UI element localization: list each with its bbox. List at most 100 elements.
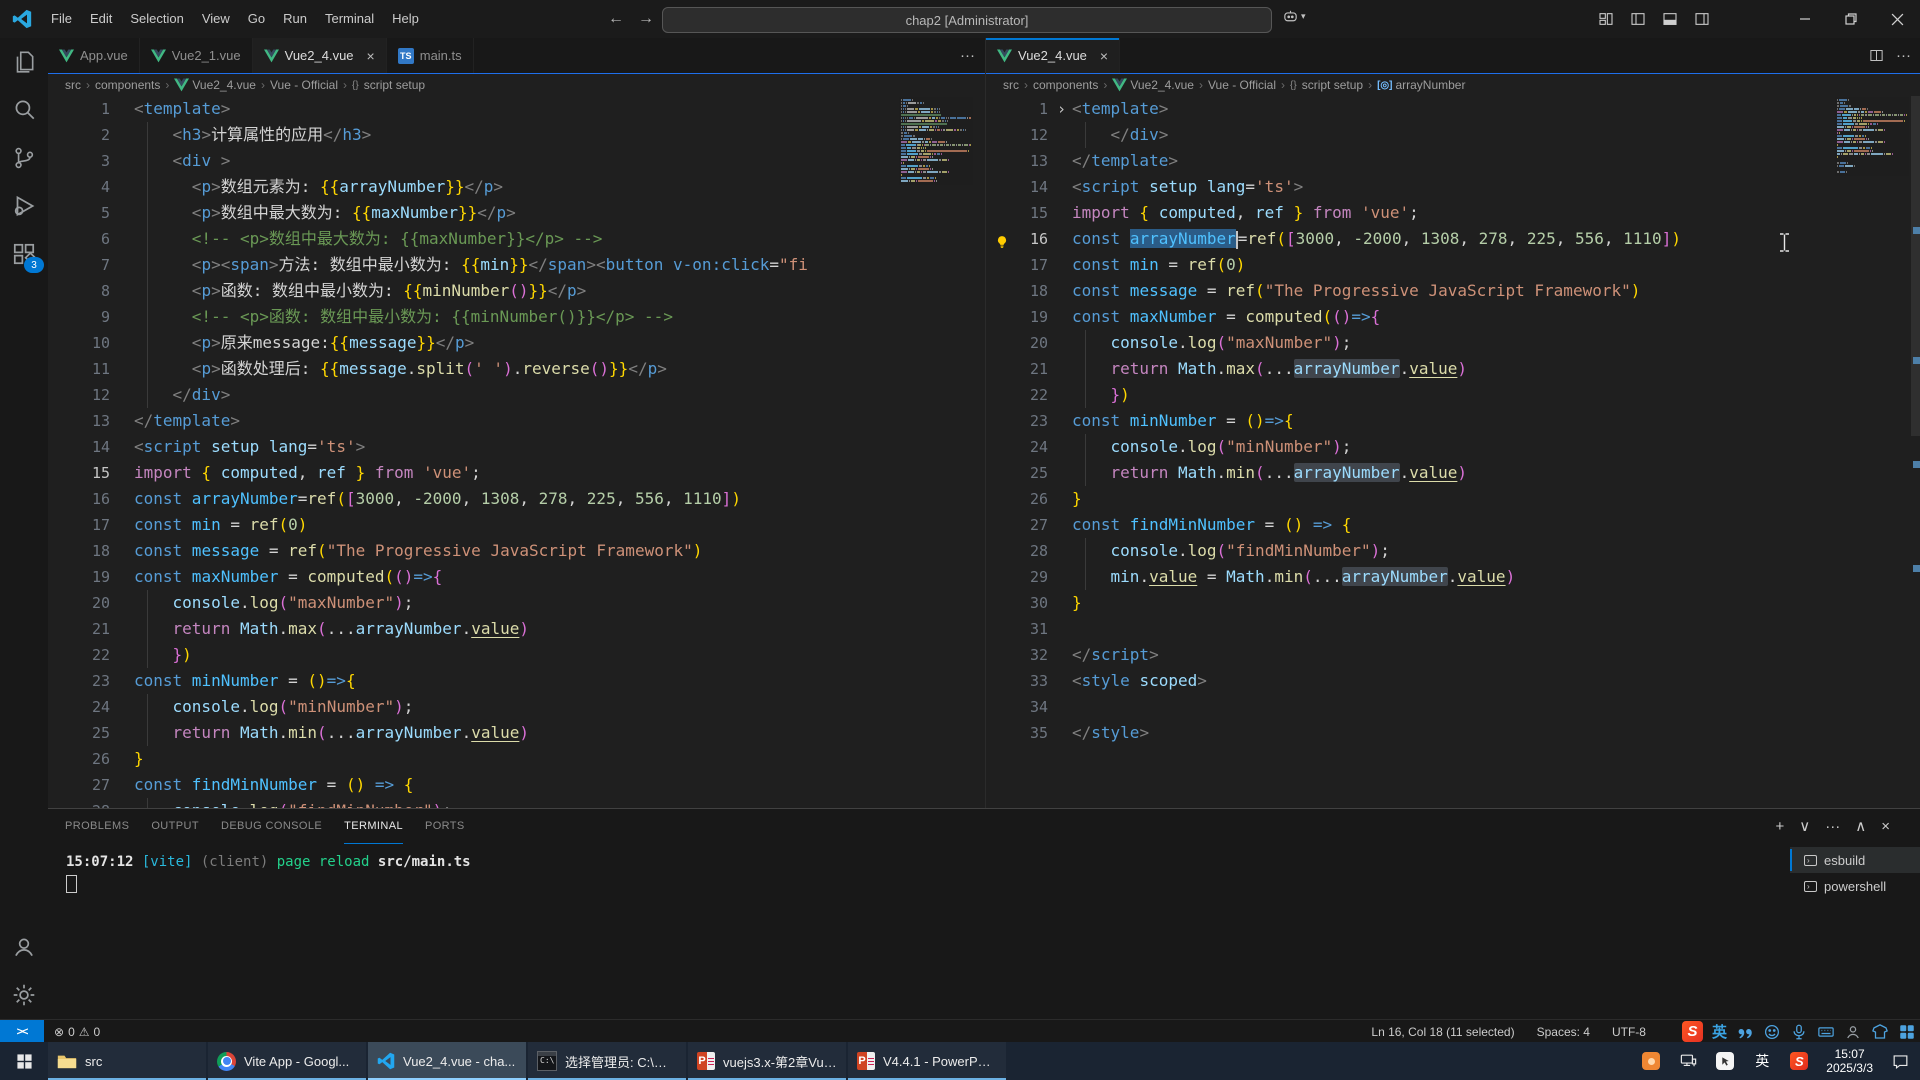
fold-expand-icon[interactable]: › [1057,96,1066,122]
code-line-13[interactable]: 13</template> [48,408,985,434]
code-line-14[interactable]: 14<script setup lang='ts'> [986,174,1920,200]
toggle-panel-icon[interactable] [1662,11,1678,27]
code-line-26[interactable]: 26} [986,486,1920,512]
tab-Vue2_1.vue[interactable]: Vue2_1.vue [140,38,253,73]
code-line-33[interactable]: 33<style scoped> [986,668,1920,694]
code-editor[interactable]: 1<template>2 <h3>计算属性的应用</h3>3 <div >4 <… [48,96,985,808]
code-line-9[interactable]: 9 <!-- <p>函数: 数组中最小数为: {{minNumber()}}</… [48,304,985,330]
more-icon[interactable]: ··· [1896,47,1911,64]
breadcrumb-item-script setup[interactable]: {}script setup [352,78,425,92]
code-line-10[interactable]: 10 <p>原来message:{{message}}</p> [48,330,985,356]
status-item-utf8[interactable]: UTF-8 [1612,1025,1646,1039]
breadcrumb-item-Vue2_4.vue[interactable]: Vue2_4.vue [1112,78,1194,92]
menu-go[interactable]: Go [239,0,274,38]
sogou-toolbox-icon[interactable] [1898,1023,1916,1041]
breadcrumb-item-components[interactable]: components [1033,78,1098,92]
activity-accounts-icon[interactable] [0,923,48,971]
code-line-24[interactable]: 24 console.log("minNumber"); [986,434,1920,460]
code-line-26[interactable]: 26} [48,746,985,772]
code-line-1[interactable]: 1<template> [48,96,985,122]
tray-sogou-mouse-icon[interactable] [1715,1051,1735,1071]
terminal-output[interactable]: 15:07:12 [vite] (client) page reload src… [66,853,471,899]
code-line-20[interactable]: 20 console.log("maxNumber"); [48,590,985,616]
code-line-2[interactable]: 2 <h3>计算属性的应用</h3> [48,122,985,148]
activity-extensions-icon[interactable]: 3 [0,230,48,278]
sogou-quotes-icon[interactable] [1736,1023,1754,1041]
code-line-30[interactable]: 30} [986,590,1920,616]
code-line-12[interactable]: 12 </div> [48,382,985,408]
menu-run[interactable]: Run [274,0,316,38]
activity-manage-icon[interactable] [0,971,48,1019]
activity-source-control-icon[interactable] [0,134,48,182]
sogou-logo-icon[interactable]: S [1682,1021,1703,1042]
status-item-ln[interactable]: Ln 16, Col 18 (11 selected) [1371,1025,1514,1039]
code-line-1[interactable]: 1›<template> [986,96,1920,122]
code-line-24[interactable]: 24 console.log("minNumber"); [48,694,985,720]
code-line-20[interactable]: 20 console.log("maxNumber"); [986,330,1920,356]
taskbar-item-5[interactable]: Pvuejs3.x-第2章Vue... [688,1042,846,1080]
menu-terminal[interactable]: Terminal [316,0,383,38]
code-line-28[interactable]: 28 console.log("findMinNumber"); [48,798,985,808]
breadcrumb-item-script setup[interactable]: {}script setup [1290,78,1363,92]
panel-tab-debug-console[interactable]: DEBUG CONSOLE [221,809,322,843]
sogou-person-icon[interactable] [1844,1023,1862,1041]
code-line-15[interactable]: 15import { computed, ref } from 'vue'; [48,460,985,486]
panel-tab-problems[interactable]: PROBLEMS [65,809,129,843]
sogou-keyboard-icon[interactable] [1817,1023,1835,1041]
menu-file[interactable]: File [42,0,81,38]
code-line-21[interactable]: 21 return Math.max(...arrayNumber.value) [986,356,1920,382]
breadcrumb[interactable]: src›components›Vue2_4.vue›Vue - Official… [48,74,985,96]
code-line-27[interactable]: 27const findMinNumber = () => { [48,772,985,798]
tray-network-icon[interactable] [1678,1051,1698,1071]
code-line-29[interactable]: 29 min.value = Math.min(...arrayNumber.v… [986,564,1920,590]
code-line-27[interactable]: 27const findMinNumber = () => { [986,512,1920,538]
remote-indicator[interactable]: >< [0,1020,44,1043]
code-line-22[interactable]: 22 }) [986,382,1920,408]
taskbar-item-6[interactable]: PV4.4.1 - PowerPoi... [848,1042,1006,1080]
code-line-8[interactable]: 8 <p>函数: 数组中最小数为: {{minNumber()}}</p> [48,278,985,304]
breadcrumb-item-src[interactable]: src [1003,78,1019,92]
taskbar-item-2[interactable]: Vite App - Googl... [208,1042,366,1080]
breadcrumb-item-src[interactable]: src [65,78,81,92]
code-line-23[interactable]: 23const minNumber = ()=>{ [986,408,1920,434]
minimap[interactable] [1835,97,1909,176]
taskbar-item-4[interactable]: C:\选择管理员: C:\Wi... [528,1042,686,1080]
more-icon[interactable]: ··· [1825,818,1840,835]
code-line-14[interactable]: 14<script setup lang='ts'> [48,434,985,460]
activity-search-icon[interactable] [0,86,48,134]
toggle-secondary-sidebar-icon[interactable] [1694,11,1710,27]
minimap[interactable] [899,97,973,185]
code-line-11[interactable]: 11 <p>函数处理后: {{message.split(' ').revers… [48,356,985,382]
code-line-6[interactable]: 6 <!-- <p>数组中最大数为: {{maxNumber}}</p> --> [48,226,985,252]
launch-profile-icon[interactable]: ∨ [1799,817,1810,835]
code-line-19[interactable]: 19const maxNumber = computed(()=>{ [986,304,1920,330]
code-line-4[interactable]: 4 <p>数组元素为: {{arrayNumber}}</p> [48,174,985,200]
code-line-25[interactable]: 25 return Math.min(...arrayNumber.value) [986,460,1920,486]
activity-explorer-icon[interactable] [0,38,48,86]
minimize-button[interactable] [1782,0,1828,38]
menu-selection[interactable]: Selection [121,0,192,38]
code-line-34[interactable]: 34 [986,694,1920,720]
terminal-item-esbuild[interactable]: ›esbuild [1790,847,1920,873]
problems-status[interactable]: ⊗ 0 ⚠ 0 [54,1025,100,1039]
notification-center-icon[interactable] [1890,1051,1910,1071]
restore-button[interactable] [1828,0,1874,38]
code-line-23[interactable]: 23const minNumber = ()=>{ [48,668,985,694]
customize-layout-icon[interactable] [1598,11,1614,27]
code-line-21[interactable]: 21 return Math.max(...arrayNumber.value) [48,616,985,642]
code-line-13[interactable]: 13</template> [986,148,1920,174]
tab-Vue2_4.vue[interactable]: Vue2_4.vue× [986,38,1120,73]
code-line-18[interactable]: 18const message = ref("The Progressive J… [48,538,985,564]
code-line-7[interactable]: 7 <p><span>方法: 数组中最小数为: {{min}}</span><b… [48,252,985,278]
maximize-panel-icon[interactable]: ∧ [1855,817,1866,835]
code-line-32[interactable]: 32</script> [986,642,1920,668]
close-tab-icon[interactable]: × [367,48,375,64]
panel-tab-output[interactable]: OUTPUT [151,809,199,843]
tray-sogou-s-icon[interactable]: S [1789,1051,1809,1071]
code-line-15[interactable]: 15import { computed, ref } from 'vue'; [986,200,1920,226]
breadcrumb-item-Vue2_4.vue[interactable]: Vue2_4.vue [174,78,256,92]
code-line-16[interactable]: 16const arrayNumber=ref([3000, -2000, 13… [48,486,985,512]
code-line-35[interactable]: 35</style> [986,720,1920,746]
sogou-skin-icon[interactable] [1871,1023,1889,1041]
code-editor[interactable]: 1›<template>12 </div>13</template>14<scr… [986,96,1920,808]
